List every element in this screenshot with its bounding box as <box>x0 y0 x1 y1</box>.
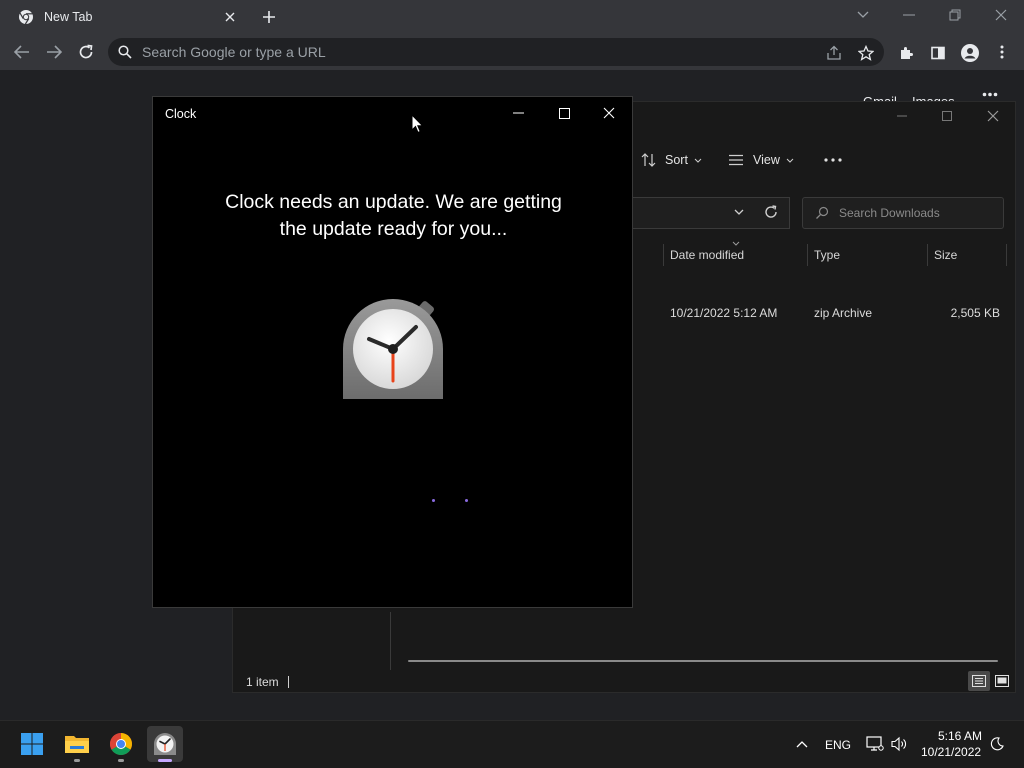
details-view-icon[interactable] <box>968 671 990 691</box>
profile-avatar-icon[interactable] <box>959 42 981 64</box>
side-panel-icon[interactable] <box>928 43 948 63</box>
share-icon[interactable] <box>824 43 844 63</box>
omnibox[interactable] <box>108 38 884 66</box>
active-app-indicator <box>158 759 172 762</box>
address-dropdown-icon[interactable] <box>730 203 748 221</box>
running-indicator <box>74 759 80 762</box>
input-language-indicator[interactable]: ENG <box>825 738 851 752</box>
clock-app-icon <box>341 299 445 403</box>
search-icon <box>815 206 829 220</box>
chrome-logo-icon <box>18 9 34 25</box>
explorer-maximize-button[interactable] <box>936 106 958 126</box>
loading-dot <box>432 499 435 502</box>
chrome-menu-icon[interactable] <box>992 42 1012 62</box>
column-header-label: Type <box>814 248 841 262</box>
view-list-icon <box>728 154 744 166</box>
clock-window-title: Clock <box>165 107 197 121</box>
column-header-type[interactable]: Type <box>807 244 927 266</box>
tab-title: New Tab <box>44 10 93 24</box>
chrome-minimize-button[interactable] <box>898 4 920 26</box>
downloads-search-input[interactable] <box>839 206 989 220</box>
column-header-label: Size <box>934 248 958 262</box>
clock-taskbar-icon[interactable] <box>147 726 183 762</box>
column-header-label: Date modified <box>670 248 745 262</box>
network-icon[interactable] <box>865 734 885 754</box>
sort-indicator-icon <box>732 241 740 246</box>
focus-moon-icon[interactable] <box>988 735 1006 753</box>
chrome-tab[interactable]: New Tab <box>8 0 248 34</box>
bookmark-star-icon[interactable] <box>856 43 876 63</box>
back-button[interactable] <box>12 42 32 62</box>
horizontal-scrollbar[interactable] <box>408 660 998 662</box>
status-item-count: 1 item <box>246 675 279 689</box>
chevron-down-icon <box>786 158 794 163</box>
chrome-close-button[interactable] <box>990 4 1012 26</box>
chevron-down-icon <box>694 158 702 163</box>
search-icon <box>118 45 132 59</box>
column-header-size[interactable]: Size <box>927 244 1007 266</box>
file-size: 2,505 KB <box>950 306 1000 320</box>
more-options-icon[interactable] <box>822 150 844 170</box>
start-button[interactable] <box>14 726 50 762</box>
new-tab-button[interactable] <box>258 6 280 28</box>
nav-pane-divider <box>390 612 391 670</box>
clock-close-button[interactable] <box>596 101 622 125</box>
clock-maximize-button[interactable] <box>551 101 577 125</box>
file-explorer-taskbar-icon[interactable] <box>59 726 95 762</box>
clock-minimize-button[interactable] <box>505 101 531 125</box>
show-hidden-icons-chevron-up-icon[interactable] <box>794 735 810 753</box>
sort-button[interactable]: Sort <box>640 150 702 170</box>
reload-button[interactable] <box>76 42 96 62</box>
taskbar-time[interactable]: 5:16 AM <box>938 729 982 743</box>
refresh-icon[interactable] <box>762 203 780 221</box>
volume-icon[interactable] <box>889 734 909 754</box>
mouse-cursor-icon <box>411 114 424 134</box>
extensions-icon[interactable] <box>896 43 916 63</box>
tab-search-icon[interactable] <box>852 4 874 26</box>
chrome-restore-button[interactable] <box>944 4 966 26</box>
tab-close-icon[interactable] <box>222 9 238 25</box>
clock-app-window: Clock Clock needs an update. We are gett… <box>152 96 633 608</box>
sort-label: Sort <box>665 153 688 167</box>
omnibox-input[interactable] <box>142 44 742 60</box>
loading-dot <box>465 499 468 502</box>
taskbar-date[interactable]: 10/21/2022 <box>921 745 981 759</box>
running-indicator <box>118 759 124 762</box>
tiles-view-icon[interactable] <box>992 671 1012 691</box>
column-header-date-modified[interactable]: Date modified <box>663 244 807 266</box>
sort-icon <box>640 152 658 168</box>
update-message: Clock needs an update. We are getting th… <box>225 191 562 240</box>
explorer-minimize-button[interactable] <box>891 106 913 126</box>
chrome-taskbar-icon[interactable] <box>103 726 139 762</box>
view-button[interactable]: View <box>728 150 794 170</box>
file-date-modified: 10/21/2022 5:12 AM <box>670 306 778 320</box>
view-label: View <box>753 153 780 167</box>
downloads-search-box[interactable] <box>802 197 1004 229</box>
forward-button[interactable] <box>44 42 64 62</box>
explorer-close-button[interactable] <box>982 106 1004 126</box>
status-divider <box>288 676 289 688</box>
file-type: zip Archive <box>814 306 873 320</box>
